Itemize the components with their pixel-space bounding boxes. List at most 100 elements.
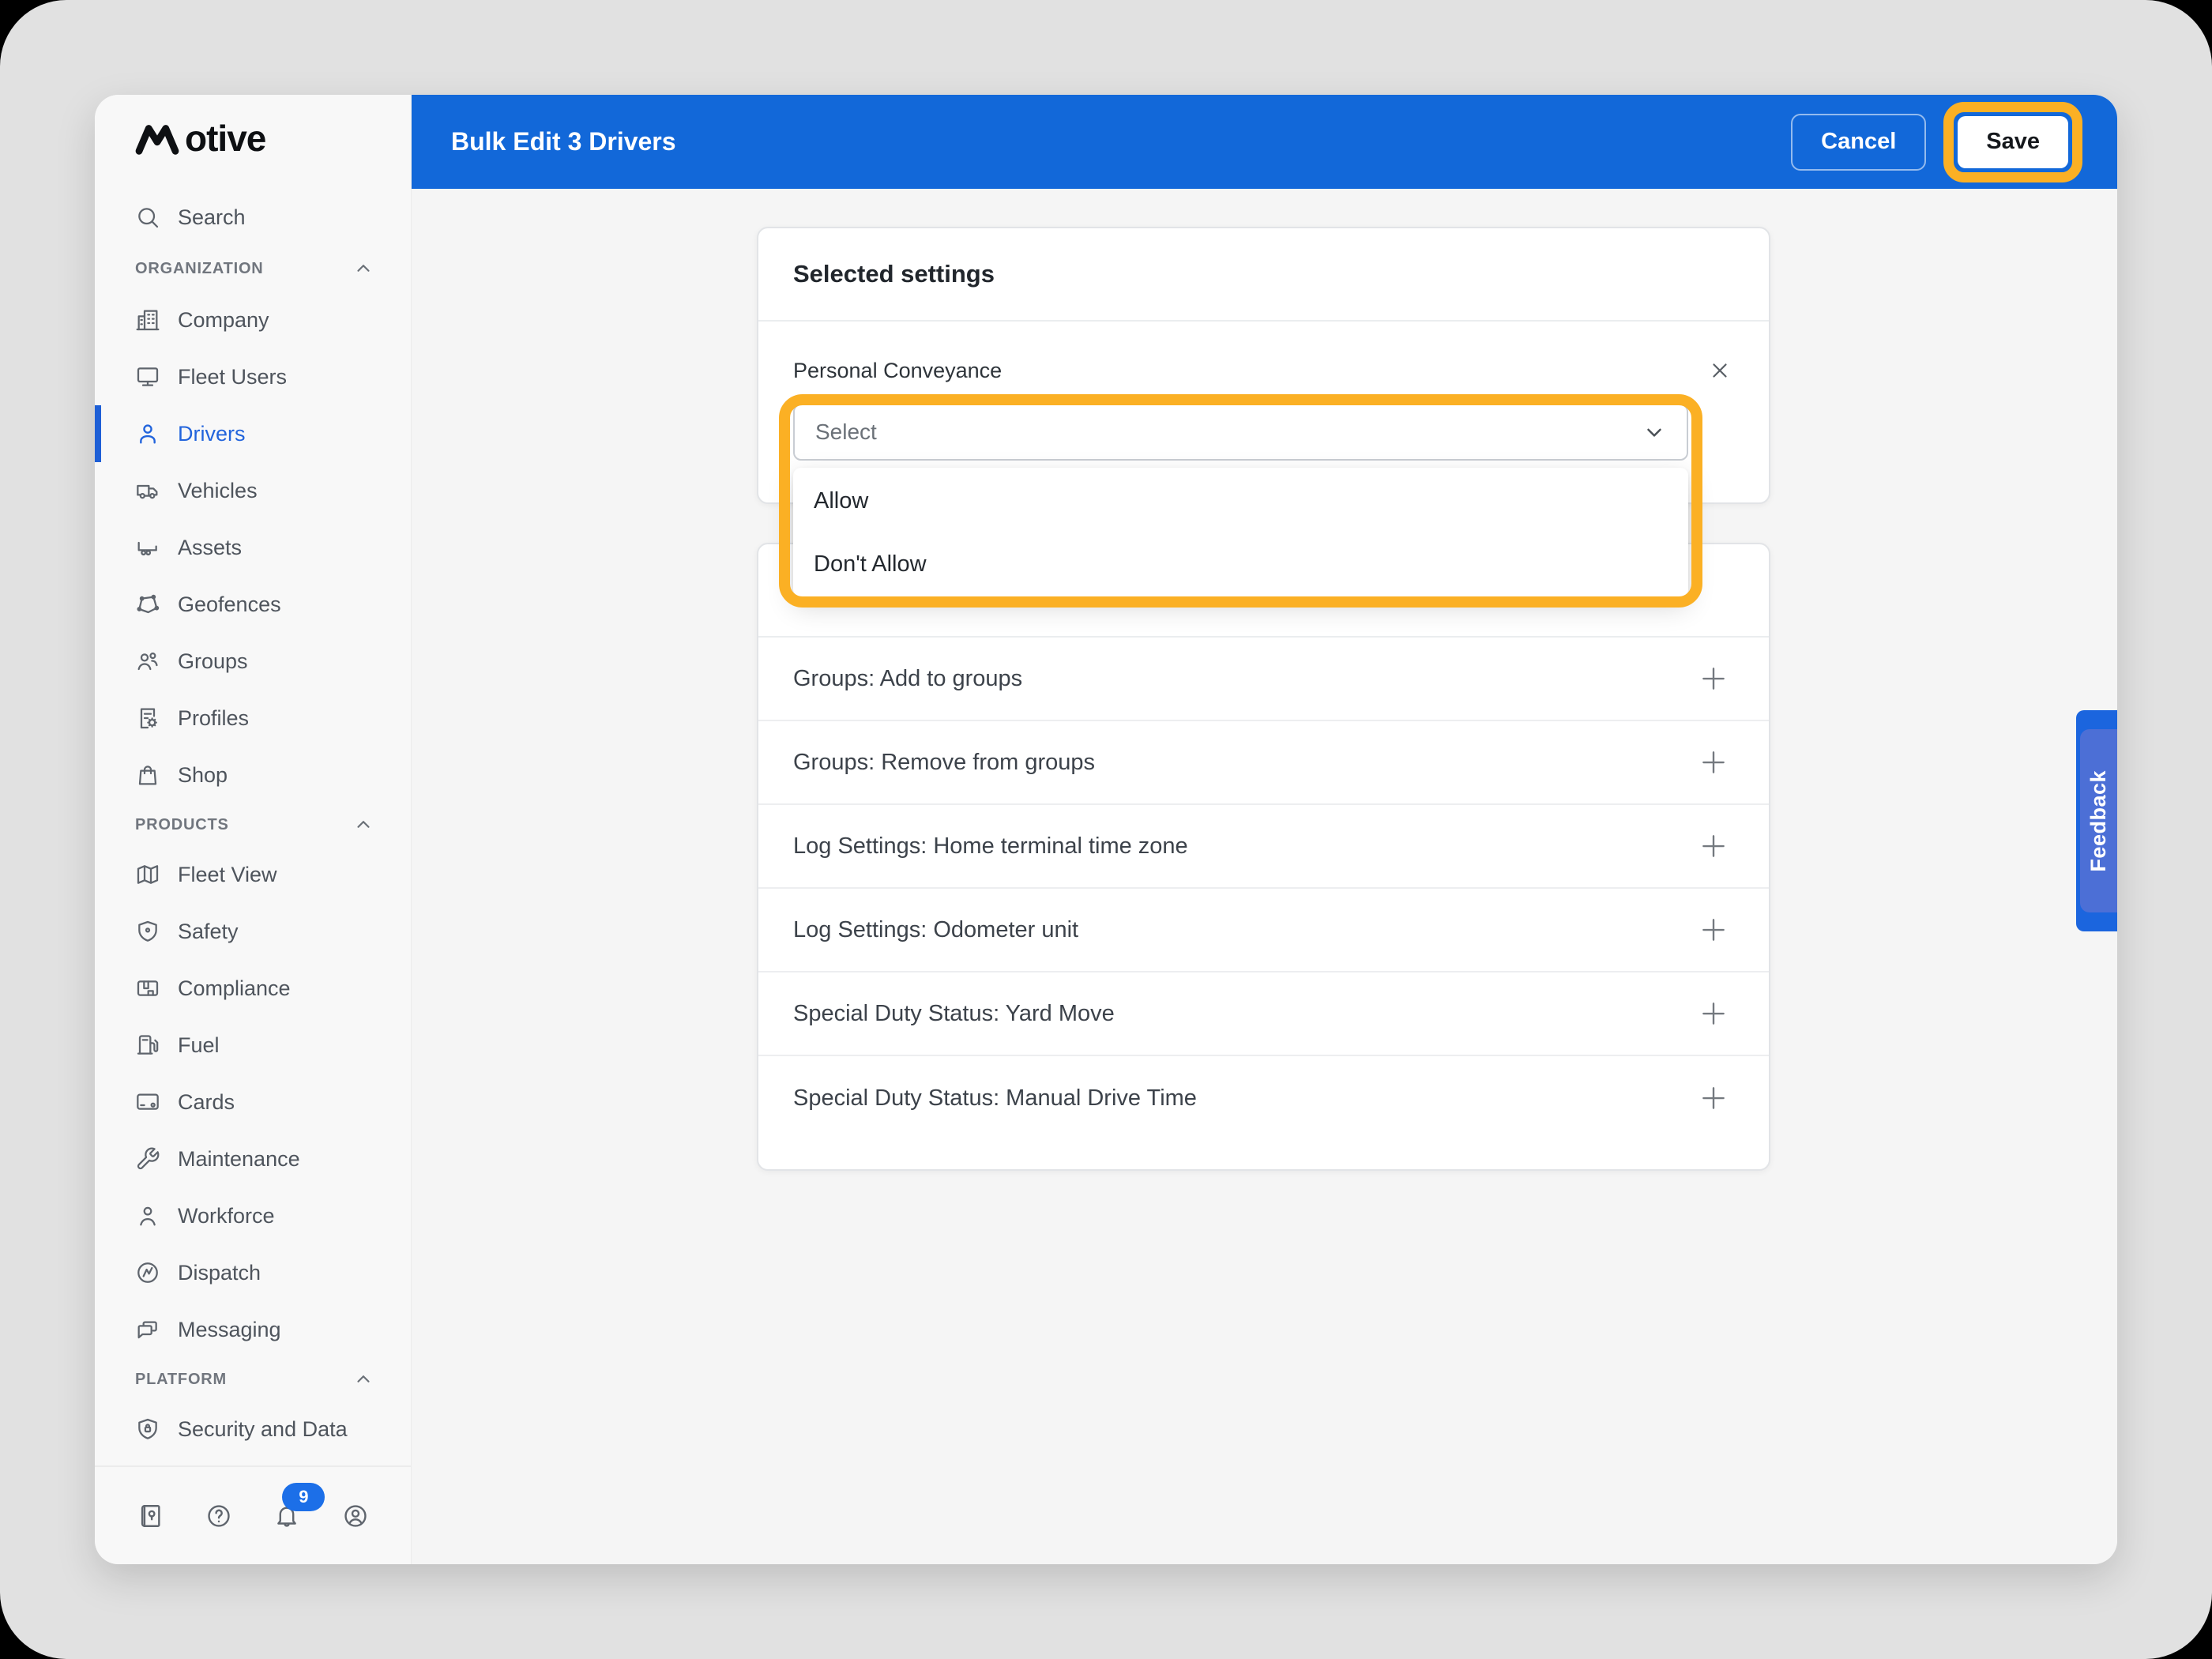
map-guide-button[interactable] [134, 1500, 166, 1532]
option-dont-allow[interactable]: Don't Allow [793, 532, 1688, 596]
sidebar-item-safety[interactable]: Safety [95, 903, 411, 960]
add-setting-button[interactable] [1696, 745, 1731, 780]
wrench-icon [135, 1146, 160, 1172]
plus-icon [1698, 747, 1729, 777]
safety-shield-icon [135, 919, 160, 944]
driver-person-icon [135, 421, 160, 446]
sidebar-item-label: Fuel [178, 1033, 220, 1058]
sidebar-item-label: Compliance [178, 976, 291, 1001]
add-setting-button[interactable] [1696, 1081, 1731, 1115]
sidebar-item-label: Drivers [178, 422, 246, 446]
chevron-down-icon [1642, 420, 1666, 444]
sidebar-item-groups[interactable]: Groups [95, 633, 411, 690]
compliance-blocks-icon [135, 976, 160, 1001]
plus-icon [1698, 999, 1729, 1029]
security-shield-lock-icon [135, 1416, 160, 1442]
notifications-button[interactable]: 9 [271, 1500, 303, 1532]
section-header-products[interactable]: PRODUCTS [95, 803, 411, 846]
row-label: Log Settings: Odometer unit [793, 917, 1078, 943]
account-circle-icon [342, 1503, 369, 1529]
feedback-tab[interactable]: Feedback [2076, 710, 2117, 931]
personal-conveyance-select-area: Select Allow Don't Allow [793, 404, 1688, 461]
sidebar-item-company[interactable]: Company [95, 292, 411, 348]
save-highlight-annotation: Save [1943, 102, 2082, 182]
account-button[interactable] [340, 1500, 371, 1532]
sidebar-search[interactable]: Search [95, 189, 411, 246]
add-setting-button[interactable] [1696, 912, 1731, 947]
select-placeholder: Select [815, 419, 877, 445]
row-label: Groups: Add to groups [793, 666, 1022, 692]
available-setting-row[interactable]: Groups: Remove from groups [758, 721, 1769, 805]
available-setting-row[interactable]: Log Settings: Odometer unit [758, 889, 1769, 972]
dispatch-route-icon [135, 1260, 160, 1285]
remove-setting-button[interactable] [1706, 356, 1734, 385]
sidebar-item-label: Maintenance [178, 1147, 300, 1172]
credit-card-icon [135, 1089, 160, 1115]
chevron-up-icon [353, 258, 374, 279]
app-window: otive Search ORGANIZATION Company Fleet … [95, 95, 2117, 1564]
sidebar-item-cards[interactable]: Cards [95, 1074, 411, 1130]
sidebar-item-fleet-view[interactable]: Fleet View [95, 846, 411, 903]
option-allow[interactable]: Allow [793, 469, 1688, 532]
motive-logo: otive [134, 120, 411, 156]
sidebar-item-shop[interactable]: Shop [95, 747, 411, 803]
add-setting-button[interactable] [1696, 996, 1731, 1031]
sidebar-item-geofences[interactable]: Geofences [95, 576, 411, 633]
sidebar: otive Search ORGANIZATION Company Fleet … [95, 95, 412, 1564]
sidebar-item-label: Fleet View [178, 863, 277, 887]
sidebar-item-label: Dispatch [178, 1261, 261, 1285]
fuel-pump-icon [135, 1033, 160, 1058]
topbar: Bulk Edit 3 Drivers Cancel Save [412, 95, 2117, 189]
sidebar-item-fleet-users[interactable]: Fleet Users [95, 348, 411, 405]
personal-conveyance-label: Personal Conveyance [793, 359, 1002, 383]
save-button[interactable]: Save [1958, 116, 2068, 168]
sidebar-item-label: Company [178, 308, 269, 333]
available-settings-card: Available settings Groups: Add to groups… [757, 543, 1770, 1171]
monitor-icon [135, 364, 160, 389]
section-header-platform[interactable]: PLATFORM [95, 1358, 411, 1401]
add-setting-button[interactable] [1696, 661, 1731, 696]
help-button[interactable] [203, 1500, 235, 1532]
selected-settings-body: Personal Conveyance Select [758, 356, 1769, 461]
sidebar-item-compliance[interactable]: Compliance [95, 960, 411, 1017]
available-setting-row[interactable]: Groups: Add to groups [758, 638, 1769, 721]
available-setting-row[interactable]: Log Settings: Home terminal time zone [758, 805, 1769, 889]
workforce-person-icon [135, 1203, 160, 1228]
sidebar-item-label: Safety [178, 920, 239, 944]
motive-logo-m-icon [134, 120, 180, 156]
sidebar-footer: 9 [95, 1465, 411, 1564]
notification-badge: 9 [282, 1483, 325, 1511]
personal-conveyance-select[interactable]: Select [793, 404, 1688, 461]
chevron-up-icon [353, 1369, 374, 1390]
sidebar-item-workforce[interactable]: Workforce [95, 1187, 411, 1244]
sidebar-item-security-and-data[interactable]: Security and Data [95, 1401, 411, 1458]
sidebar-item-label: Vehicles [178, 479, 258, 503]
screenshot-frame: otive Search ORGANIZATION Company Fleet … [0, 0, 2212, 1659]
plus-icon [1698, 1083, 1729, 1113]
sidebar-item-label: Geofences [178, 592, 281, 617]
plus-icon [1698, 831, 1729, 861]
sidebar-item-profiles[interactable]: Profiles [95, 690, 411, 747]
sidebar-item-dispatch[interactable]: Dispatch [95, 1244, 411, 1301]
section-label: PRODUCTS [135, 816, 229, 834]
available-setting-row[interactable]: Special Duty Status: Yard Move [758, 972, 1769, 1056]
available-setting-row[interactable]: Special Duty Status: Manual Drive Time [758, 1056, 1769, 1140]
sidebar-item-drivers[interactable]: Drivers [95, 405, 411, 462]
row-label: Log Settings: Home terminal time zone [793, 833, 1188, 860]
sidebar-item-label: Groups [178, 649, 248, 674]
feedback-tab-inner: Feedback [2080, 729, 2117, 912]
messaging-chat-icon [135, 1317, 160, 1342]
sidebar-item-assets[interactable]: Assets [95, 519, 411, 576]
personal-conveyance-row: Personal Conveyance [793, 356, 1734, 385]
sidebar-item-label: Workforce [178, 1204, 275, 1228]
sidebar-item-maintenance[interactable]: Maintenance [95, 1130, 411, 1187]
shop-bag-icon [135, 762, 160, 788]
section-header-organization[interactable]: ORGANIZATION [95, 246, 411, 292]
add-setting-button[interactable] [1696, 829, 1731, 863]
cancel-button[interactable]: Cancel [1791, 114, 1926, 171]
sidebar-item-vehicles[interactable]: Vehicles [95, 462, 411, 519]
sidebar-item-label: Security and Data [178, 1417, 348, 1442]
sidebar-item-fuel[interactable]: Fuel [95, 1017, 411, 1074]
sidebar-item-label: Cards [178, 1090, 235, 1115]
sidebar-item-messaging[interactable]: Messaging [95, 1301, 411, 1358]
